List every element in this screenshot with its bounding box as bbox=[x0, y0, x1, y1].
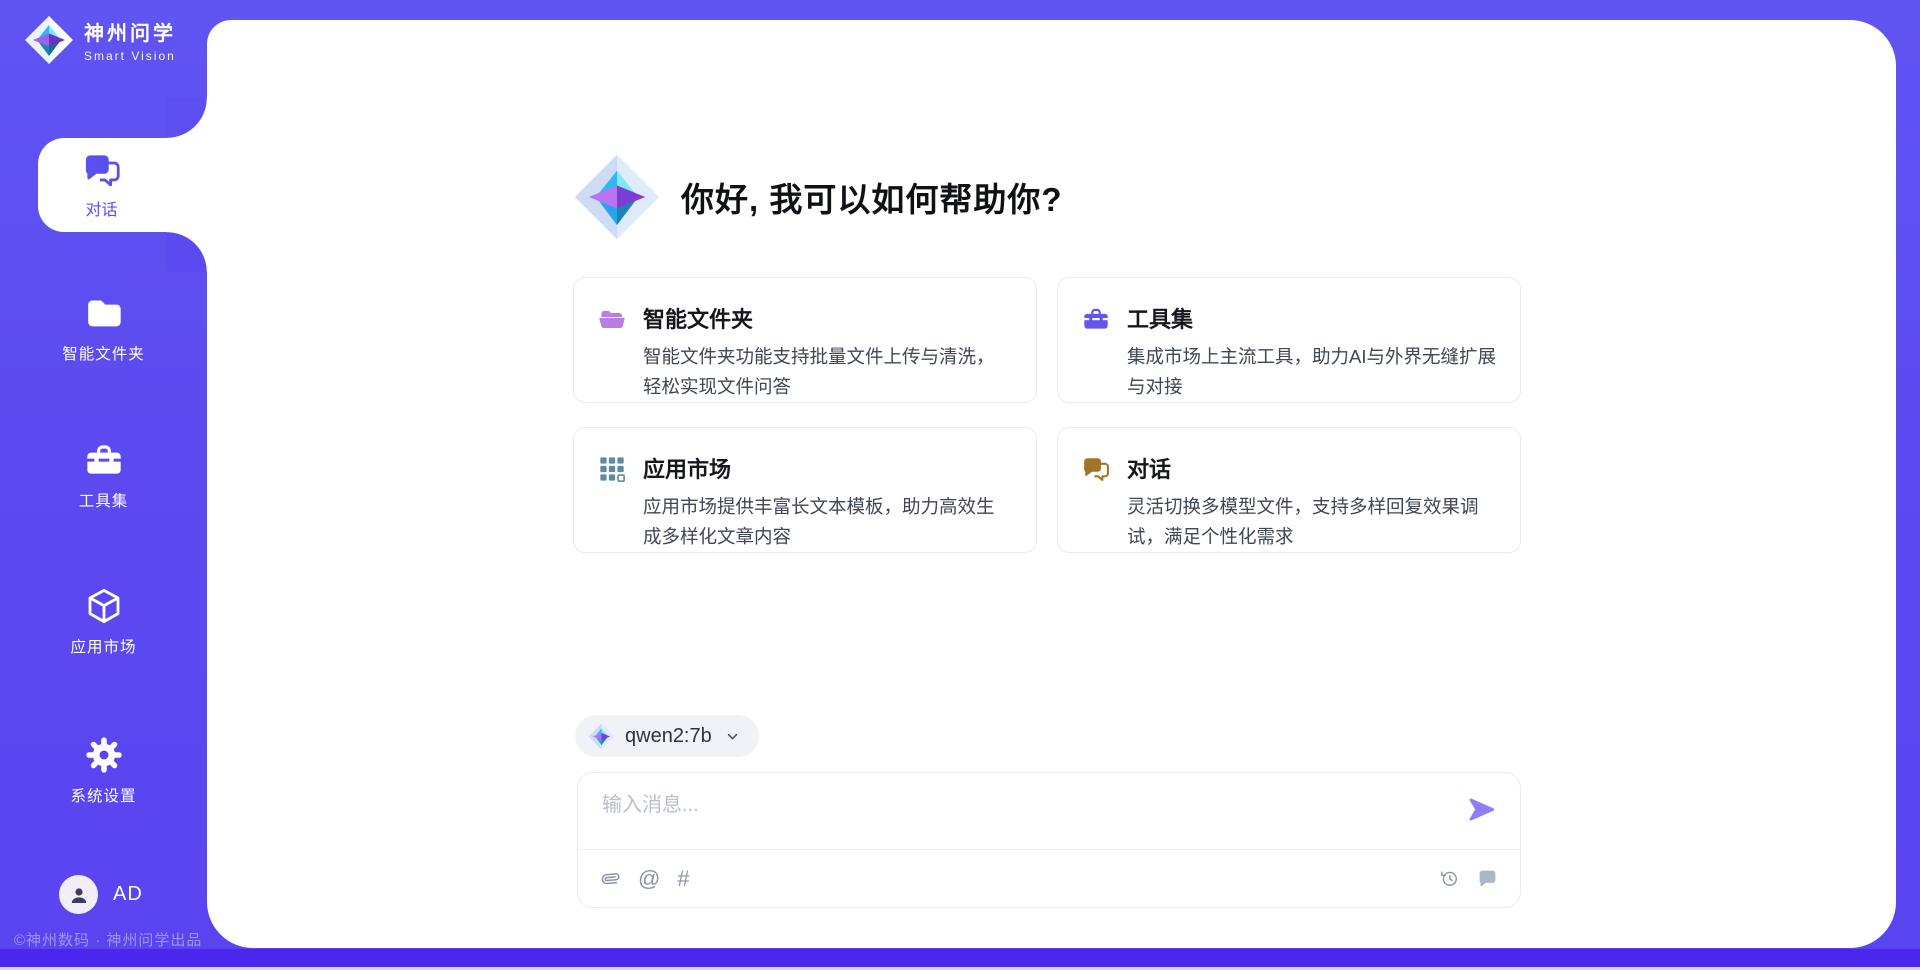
copyright-text: ©神州数码 · 神州问学出品 bbox=[14, 929, 202, 950]
model-name: qwen2:7b bbox=[625, 725, 712, 748]
card-description: 智能文件夹功能支持批量文件上传与清洗，轻松实现文件问答 bbox=[643, 342, 1012, 402]
card-title: 智能文件夹 bbox=[643, 302, 1012, 334]
sidebar-item-toolset[interactable]: 工具集 bbox=[0, 440, 207, 511]
folder-icon bbox=[84, 293, 124, 333]
gear-icon bbox=[84, 735, 124, 775]
sidebar-item-label: 系统设置 bbox=[70, 784, 136, 806]
active-tab-top-fillet bbox=[167, 98, 207, 138]
person-icon bbox=[67, 883, 91, 907]
diamond-logo-icon bbox=[573, 153, 661, 241]
avatar bbox=[59, 875, 98, 914]
card-title: 对话 bbox=[1127, 452, 1496, 484]
card-app-market[interactable]: 应用市场 应用市场提供丰富长文本模板，助力高效生成多样化文章内容 bbox=[573, 427, 1037, 553]
feature-cards: 智能文件夹 智能文件夹功能支持批量文件上传与清洗，轻松实现文件问答 工具集 集成… bbox=[573, 277, 1521, 553]
card-description: 灵活切换多模型文件，支持多样回复效果调试，满足个性化需求 bbox=[1127, 492, 1496, 552]
brand-logo-icon bbox=[24, 15, 74, 65]
bottom-accent-strip bbox=[0, 949, 1920, 967]
toolbox-icon bbox=[84, 440, 124, 480]
sidebar-item-label: 对话 bbox=[85, 196, 117, 220]
card-chat[interactable]: 对话 灵活切换多模型文件，支持多样回复效果调试，满足个性化需求 bbox=[1057, 427, 1521, 553]
cube-icon bbox=[84, 586, 124, 626]
at-mention-icon[interactable]: @ bbox=[638, 868, 660, 889]
user-account[interactable]: AD bbox=[59, 875, 143, 914]
card-toolset[interactable]: 工具集 集成市场上主流工具，助力AI与外界无缝扩展与对接 bbox=[1057, 277, 1521, 403]
history-icon[interactable] bbox=[1439, 868, 1460, 889]
chat-bubbles-icon bbox=[83, 151, 121, 189]
sidebar-item-app-market[interactable]: 应用市场 bbox=[0, 586, 207, 657]
card-description: 集成市场上主流工具，助力AI与外界无缝扩展与对接 bbox=[1127, 342, 1496, 402]
composer-toolbar: @ # bbox=[600, 850, 1498, 907]
sidebar-item-chat[interactable]: 对话 bbox=[38, 138, 207, 232]
message-composer: @ # bbox=[577, 772, 1521, 908]
folder-open-icon bbox=[598, 305, 626, 333]
card-smart-folder[interactable]: 智能文件夹 智能文件夹功能支持批量文件上传与清洗，轻松实现文件问答 bbox=[573, 277, 1037, 403]
message-input[interactable] bbox=[602, 788, 1422, 840]
brand-subtitle: Smart Vision bbox=[84, 49, 176, 63]
send-button[interactable] bbox=[1468, 796, 1495, 823]
brand-name: 神州问学 bbox=[84, 17, 176, 46]
main-panel: 你好, 我可以如何帮助你? 智能文件夹 智能文件夹功能支持批量文件上传与清洗，轻… bbox=[207, 20, 1896, 948]
chevron-down-icon bbox=[724, 728, 741, 745]
card-title: 应用市场 bbox=[643, 452, 1012, 484]
model-selector[interactable]: qwen2:7b bbox=[575, 715, 759, 757]
toolbox-icon bbox=[1082, 305, 1110, 333]
card-description: 应用市场提供丰富长文本模板，助力高效生成多样化文章内容 bbox=[643, 492, 1012, 552]
user-initials: AD bbox=[113, 883, 143, 906]
brand: 神州问学 Smart Vision bbox=[24, 15, 176, 65]
main-content: 你好, 我可以如何帮助你? 智能文件夹 智能文件夹功能支持批量文件上传与清洗，轻… bbox=[573, 20, 1521, 948]
comment-bubble-icon[interactable] bbox=[1477, 868, 1498, 889]
card-title: 工具集 bbox=[1127, 302, 1496, 334]
sidebar-item-label: 工具集 bbox=[79, 489, 129, 511]
send-icon bbox=[1468, 796, 1495, 823]
sidebar-item-label: 应用市场 bbox=[70, 635, 136, 657]
paperclip-icon[interactable] bbox=[600, 868, 621, 889]
app-root: 神州问学 Smart Vision 对话 智能文件夹 工具集 应用市场 系统设置… bbox=[0, 0, 1920, 970]
hash-topic-icon[interactable]: # bbox=[677, 868, 689, 889]
greeting: 你好, 我可以如何帮助你? bbox=[573, 153, 1063, 241]
sidebar-item-smart-folder[interactable]: 智能文件夹 bbox=[0, 293, 207, 364]
grid-icon bbox=[598, 455, 626, 483]
chat-bubbles-icon bbox=[1082, 455, 1110, 483]
active-tab-bottom-fillet bbox=[167, 232, 207, 272]
diamond-logo-icon bbox=[588, 723, 615, 750]
sidebar-item-settings[interactable]: 系统设置 bbox=[0, 735, 207, 806]
greeting-title: 你好, 我可以如何帮助你? bbox=[681, 173, 1063, 221]
sidebar-item-label: 智能文件夹 bbox=[62, 342, 145, 364]
